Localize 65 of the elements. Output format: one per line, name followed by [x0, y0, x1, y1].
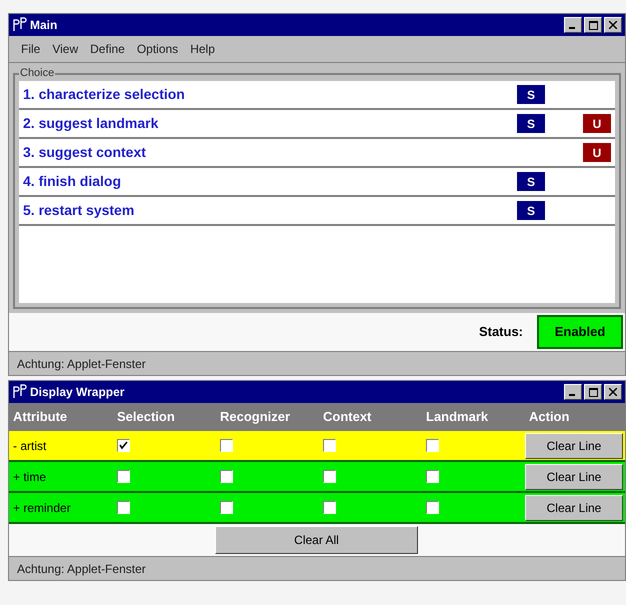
clear-line-button[interactable]: Clear Line [525, 494, 623, 520]
app-logo-icon [12, 384, 28, 400]
column-header: Landmark [425, 408, 490, 426]
close-button[interactable] [604, 17, 622, 33]
choice-row[interactable]: 2. suggest landmark S U [19, 110, 615, 139]
choice-label: 2. suggest landmark [23, 114, 160, 133]
s-badge: S [517, 114, 545, 133]
choice-row[interactable]: 3. suggest context U [19, 139, 615, 168]
maximize-icon [588, 20, 598, 30]
menu-item[interactable]: View [52, 40, 78, 58]
column-header: Recognizer [219, 408, 292, 426]
attribute-label: + reminder [12, 500, 72, 516]
checkbox[interactable] [426, 501, 439, 514]
check-icon [119, 441, 128, 450]
u-badge: U [583, 143, 611, 162]
attribute-label: - artist [12, 438, 48, 454]
choice-row[interactable]: 4. finish dialog S [19, 168, 615, 197]
checkbox[interactable] [426, 470, 439, 483]
window-title: Display Wrapper [30, 384, 124, 401]
choice-label: 1. characterize selection [23, 85, 186, 104]
clear-line-button[interactable]: Clear Line [525, 432, 623, 458]
status-label: Status: [478, 323, 523, 342]
minimize-button[interactable] [564, 17, 582, 33]
attribute-label: + time [12, 468, 48, 486]
u-badge: U [583, 114, 611, 133]
close-button[interactable] [604, 384, 622, 400]
checkbox[interactable] [220, 470, 233, 483]
status-indicator: Enabled [537, 315, 623, 349]
clear-all-button[interactable]: Clear All [215, 526, 418, 554]
choice-label: 4. finish dialog [23, 172, 122, 191]
status-bar: Achtung: Applet-Fenster [9, 556, 625, 580]
app-logo-icon [12, 17, 28, 33]
checkbox[interactable] [220, 501, 233, 514]
checkbox[interactable] [117, 439, 130, 452]
status-bar: Achtung: Applet-Fenster [9, 351, 625, 375]
checkbox[interactable] [117, 501, 130, 514]
close-icon [609, 388, 617, 396]
checkbox[interactable] [323, 501, 336, 514]
s-badge: S [517, 172, 545, 191]
column-header: Selection [116, 408, 176, 426]
menu-item[interactable]: File [21, 40, 40, 58]
checkbox[interactable] [323, 439, 336, 452]
s-badge: S [517, 85, 545, 104]
maximize-button[interactable] [584, 384, 602, 400]
checkbox[interactable] [220, 439, 233, 452]
window-title: Main [30, 17, 58, 34]
close-icon [609, 21, 617, 29]
s-badge: S [517, 201, 545, 220]
choice-label: 5. restart system [23, 201, 136, 220]
column-header: Action [528, 408, 570, 426]
minimize-button[interactable] [564, 384, 582, 400]
choice-label: 3. suggest context [23, 143, 147, 162]
maximize-button[interactable] [584, 17, 602, 33]
menu-item[interactable]: Define [90, 40, 125, 58]
column-header: Context [322, 408, 372, 426]
menu-item[interactable]: Options [136, 40, 178, 58]
clear-line-button[interactable]: Clear Line [525, 464, 623, 490]
menu-item[interactable]: Help [190, 40, 215, 58]
column-header: Attribute [12, 408, 68, 426]
checkbox[interactable] [426, 439, 439, 452]
choice-row[interactable]: 1. characterize selection S [19, 81, 615, 110]
choice-row[interactable]: 5. restart system S [19, 197, 615, 226]
maximize-icon [588, 388, 598, 396]
checkbox[interactable] [117, 470, 130, 483]
checkbox[interactable] [323, 470, 336, 483]
